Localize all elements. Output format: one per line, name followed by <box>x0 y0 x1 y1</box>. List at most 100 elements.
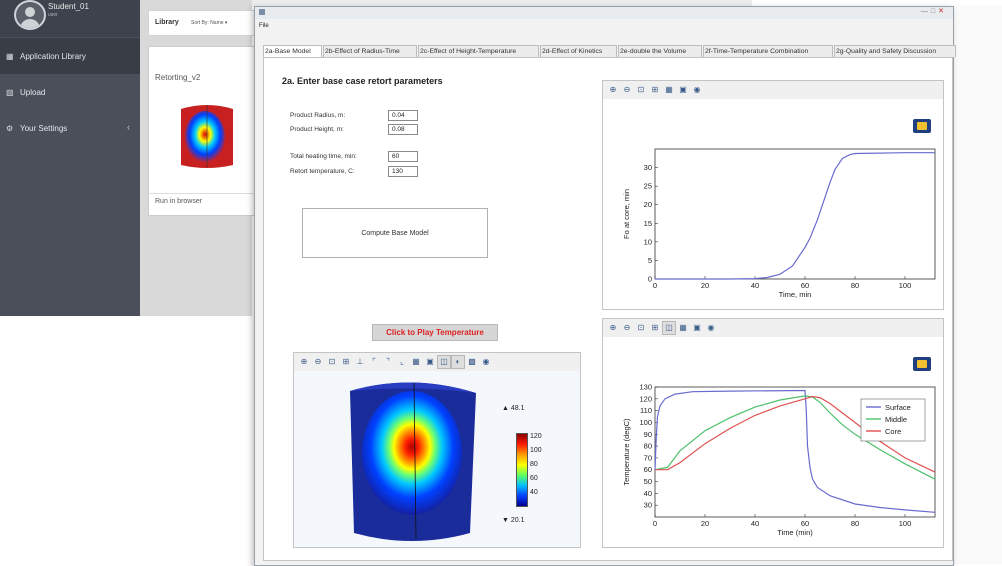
y-tick-label: 130 <box>639 383 652 392</box>
retort-temp-input[interactable] <box>388 166 418 177</box>
x-tick-label: 80 <box>851 519 859 528</box>
temperature-chart-panel: ⊕ ⊖ ⊡ ⊞ ◫ ▦ ▣ ◉ 0 20 40 60 80 100 30 40 50 60 70 80… <box>602 318 944 548</box>
grid-icon: ▦ <box>6 51 14 61</box>
library-area: Library Sort By: Name ▾ Retorting_v2 Run… <box>140 0 390 316</box>
x-tick-label: 40 <box>751 519 759 528</box>
sidebar-item-label: Your Settings <box>20 123 68 133</box>
sidebar-item-label: Upload <box>20 87 46 97</box>
heating-time-label: Total heating time, min: <box>290 153 357 160</box>
legend-entry: Core <box>885 427 901 436</box>
tab-time-temperature[interactable]: 2f-Time-Temperature Combination <box>703 45 833 57</box>
y-tick-label: 50 <box>644 477 652 486</box>
temperature-chart: 0 20 40 60 80 100 30 40 50 60 70 80 90 100 110 120 130 Ti… <box>622 383 936 537</box>
min-temperature-label: ▼ 20.1 <box>502 517 525 524</box>
y-axis-label: Fo at core, min <box>622 189 631 239</box>
y-tick-label: 120 <box>639 394 652 403</box>
upload-icon: ▧ <box>6 87 14 97</box>
colorbar-tick: 60 <box>530 475 538 482</box>
x-tick-label: 60 <box>801 281 809 290</box>
tab-kinetics[interactable]: 2d-Effect of Kinetics <box>540 45 617 57</box>
chevron-left-icon: ‹ <box>127 122 130 132</box>
section-title: 2a. Enter base case retort parameters <box>282 76 443 86</box>
sidebar-item-settings[interactable]: ⚙ Your Settings ‹ <box>0 110 140 146</box>
x-tick-label: 100 <box>899 281 912 290</box>
tab-height-temperature[interactable]: 2c-Effect of Height-Temperature <box>418 45 539 57</box>
run-in-browser-link[interactable]: Run in browser <box>155 198 202 205</box>
y-tick-label: 20 <box>644 200 652 209</box>
x-tick-label: 80 <box>851 281 859 290</box>
close-icon[interactable]: ✕ <box>938 8 947 15</box>
play-temperature-button[interactable]: Click to Play Temperature <box>372 324 498 341</box>
colorbar-tick: 40 <box>530 489 538 496</box>
legend-entry: Surface <box>885 403 911 412</box>
plot-area <box>654 148 936 280</box>
y-tick-label: 70 <box>644 453 652 462</box>
user-name: Student_01 <box>48 2 89 11</box>
tab-double-volume[interactable]: 2e-double the Volume <box>618 45 702 57</box>
gear-icon: ⚙ <box>6 123 14 133</box>
colorbar-tick: 80 <box>530 461 538 468</box>
x-tick-label: 20 <box>701 281 709 290</box>
y-tick-label: 40 <box>644 489 652 498</box>
x-axis-label: Time (min) <box>777 528 813 537</box>
fo-chart-panel: ⊕ ⊖ ⊡ ⊞ ▦ ▣ ◉ 0 20 40 60 80 100 0 5 10 15 20 25 30 Ti… <box>602 80 944 310</box>
sidebar-item-label: Application Library <box>20 51 86 61</box>
y-tick-label: 25 <box>644 182 652 191</box>
minimize-icon[interactable]: — <box>921 8 931 15</box>
application-window: —□✕ File 2a-Base Model 2b-Effect of Radi… <box>254 6 957 566</box>
x-axis-label: Time, min <box>779 290 812 299</box>
tab-radius-time[interactable]: 2b-Effect of Radius-Time <box>323 45 417 57</box>
x-tick-label: 20 <box>701 519 709 528</box>
x-tick-label: 0 <box>653 519 657 528</box>
y-tick-label: 80 <box>644 442 652 451</box>
x-tick-label: 60 <box>801 519 809 528</box>
colorbar-tick: 100 <box>530 447 542 454</box>
y-tick-label: 15 <box>644 219 652 228</box>
radius-label: Product Radius, m: <box>290 112 346 119</box>
y-tick-label: 90 <box>644 430 652 439</box>
y-tick-label: 110 <box>640 406 652 415</box>
y-tick-label: 0 <box>648 275 652 284</box>
window-titlebar[interactable]: —□✕ <box>255 7 953 19</box>
x-tick-label: 40 <box>751 281 759 290</box>
avatar-icon <box>14 0 46 30</box>
tab-bar: 2a-Base Model 2b-Effect of Radius-Time 2… <box>263 45 957 57</box>
x-tick-label: 0 <box>653 281 657 290</box>
tab-content: 2a. Enter base case retort parameters Pr… <box>263 57 953 561</box>
height-input[interactable] <box>388 124 418 135</box>
y-tick-label: 100 <box>639 418 652 427</box>
max-temperature-label: ▲ 48.1 <box>502 405 525 412</box>
y-tick-label: 10 <box>644 237 652 246</box>
sidebar-item-application-library[interactable]: ▦ Application Library <box>0 38 140 74</box>
sidebar-item-upload[interactable]: ▧ Upload <box>0 74 140 110</box>
y-tick-label: 30 <box>644 501 652 510</box>
compute-base-model-button[interactable]: Compute Base Model <box>302 208 488 258</box>
y-axis-label: Temperature (degC) <box>622 418 631 486</box>
legend-entry: Middle <box>885 415 907 424</box>
window-controls: —□✕ <box>921 7 947 15</box>
sort-dropdown[interactable]: Sort By: Name ▾ <box>191 20 227 26</box>
menu-file[interactable]: File <box>259 23 269 29</box>
height-label: Product Height, m: <box>290 126 344 133</box>
radius-input[interactable] <box>388 110 418 121</box>
app-thumbnail <box>181 105 233 168</box>
heating-time-input[interactable] <box>388 151 418 162</box>
x-tick-label: 100 <box>899 519 912 528</box>
user-role: user <box>48 12 58 18</box>
tab-quality-safety[interactable]: 2g-Quality and Safety Discussion <box>834 45 956 57</box>
user-profile[interactable]: Student_01 user <box>0 0 140 37</box>
fo-chart: 0 20 40 60 80 100 0 5 10 15 20 25 30 Time, min Fo at c… <box>622 148 936 299</box>
app-sidebar: Student_01 user ▦ Application Library ▧ … <box>0 0 140 316</box>
temperature-3d-panel: ⊕ ⊖ ⊡ ⊞ ⊥ ⌜ ⌝ ⌞ ▦ ▣ ◫ ◐ ▩ ◉ ▲ 48.1 ▼ 20.… <box>293 352 581 548</box>
menu-bar: File <box>255 21 953 33</box>
y-tick-label: 30 <box>644 163 652 172</box>
y-tick-label: 5 <box>648 256 652 265</box>
app-card-title: Retorting_v2 <box>155 73 201 82</box>
library-title: Library <box>155 19 179 26</box>
y-tick-label: 60 <box>644 465 652 474</box>
tab-base-model[interactable]: 2a-Base Model <box>263 45 322 57</box>
app-icon <box>259 9 265 15</box>
colorbar <box>516 433 528 507</box>
colorbar-tick: 120 <box>530 433 542 440</box>
retort-temp-label: Retort temperature, C: <box>290 168 355 175</box>
